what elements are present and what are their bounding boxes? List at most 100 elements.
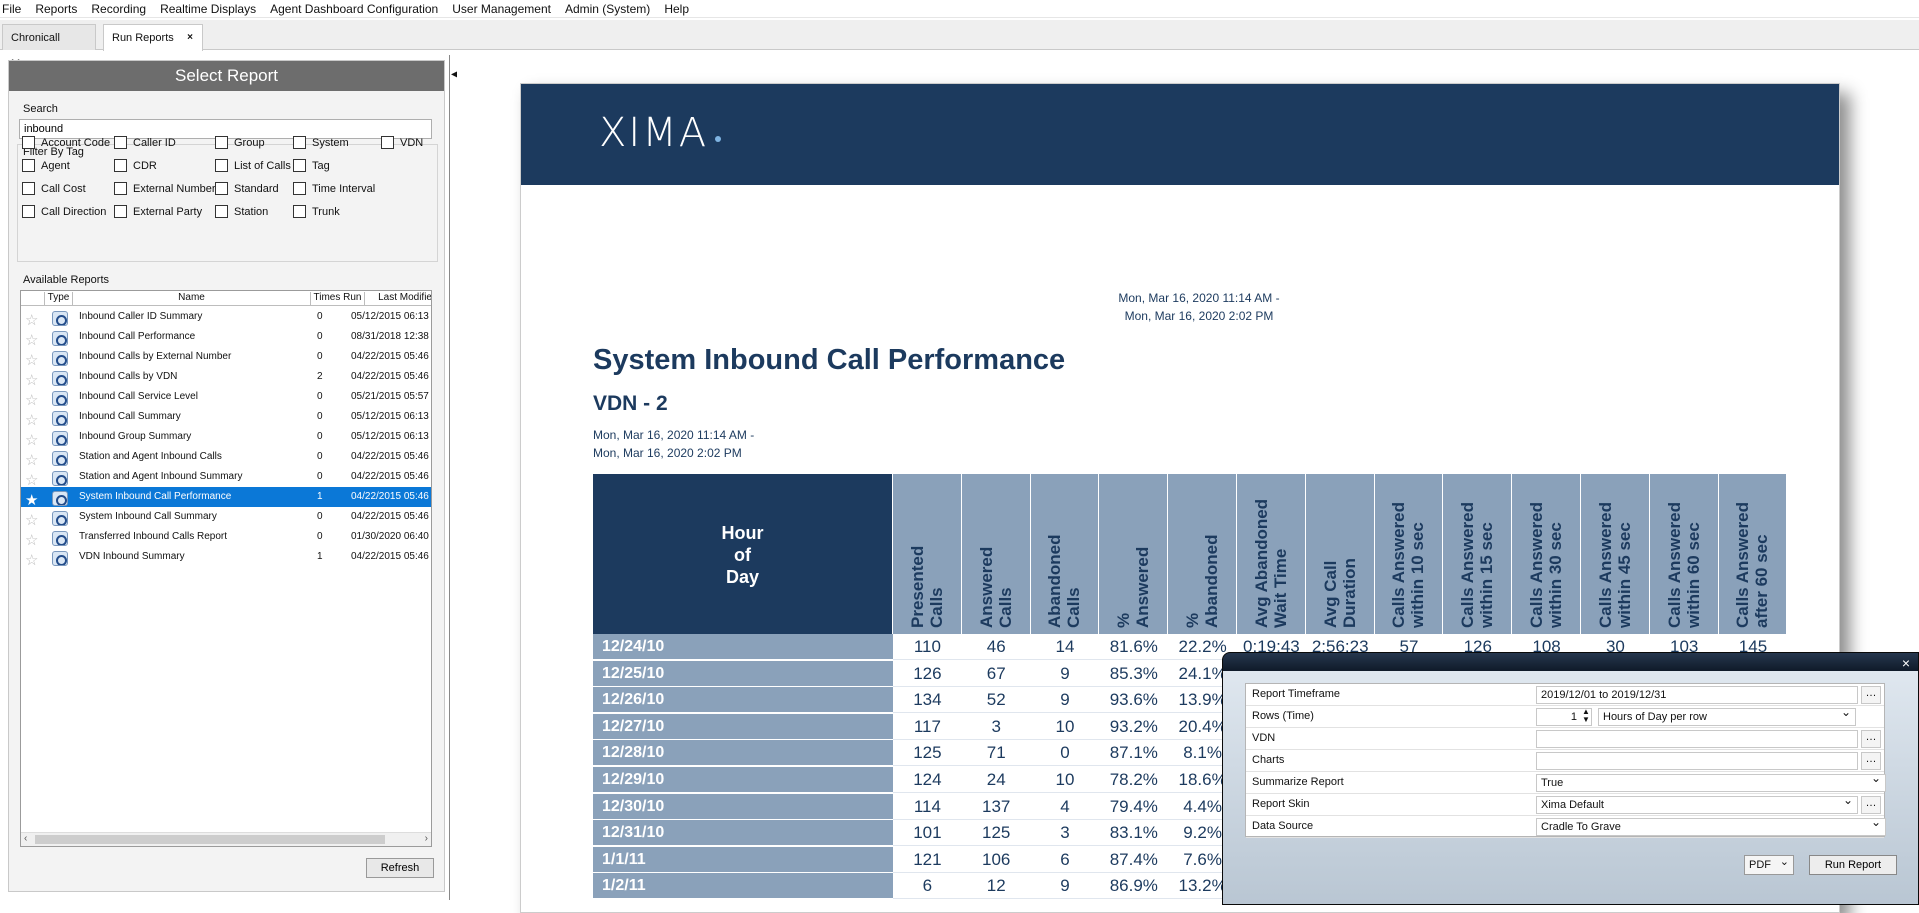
checkbox-icon[interactable]: [22, 159, 35, 172]
checkbox-icon[interactable]: [215, 159, 228, 172]
tag-checkbox-trunk[interactable]: Trunk: [293, 205, 340, 218]
option-value[interactable]: [1536, 752, 1858, 770]
scroll-thumb[interactable]: [35, 835, 385, 844]
tag-checkbox-station[interactable]: Station: [215, 205, 268, 218]
tag-checkbox-standard[interactable]: Standard: [215, 182, 279, 195]
checkbox-icon[interactable]: [114, 159, 127, 172]
list-item[interactable]: ☆ Inbound Caller ID Summary 0 05/12/2015 06…: [21, 307, 431, 329]
checkbox-icon[interactable]: [215, 136, 228, 149]
menu-item-agent-dashboard-configuration[interactable]: Agent Dashboard Configuration: [263, 0, 445, 18]
tag-label: CDR: [133, 159, 157, 172]
favorite-star-icon[interactable]: ☆: [25, 551, 38, 569]
tag-checkbox-vdn[interactable]: VDN: [381, 136, 423, 149]
menu-item-admin-system[interactable]: Admin (System): [558, 0, 657, 18]
option-row-vdn: VDN…: [1246, 728, 1884, 750]
more-options-button[interactable]: …: [1861, 796, 1881, 814]
checkbox-icon[interactable]: [114, 205, 127, 218]
list-item[interactable]: ☆ Transferred Inbound Calls Report 0 01/30/…: [21, 527, 431, 549]
list-item[interactable]: ☆ Inbound Call Service Level 0 05/21/2015 0…: [21, 387, 431, 409]
menu-bar: File Reports Recording Realtime Displays Age…: [0, 0, 1919, 18]
checkbox-icon[interactable]: [22, 136, 35, 149]
tag-checkbox-list-of-calls[interactable]: List of Calls: [215, 159, 291, 172]
checkbox-icon[interactable]: [215, 205, 228, 218]
header-line: Calls Answered: [1389, 502, 1409, 628]
col-last-modified[interactable]: Last Modifie: [365, 292, 431, 306]
close-icon[interactable]: ×: [184, 32, 196, 44]
list-item[interactable]: ☆ VDN Inbound Summary 1 04/22/2015 05:46: [21, 547, 431, 569]
column-header: Abandoned Calls: [1030, 474, 1100, 634]
tab-run-reports[interactable]: Run Reports ×: [103, 24, 203, 51]
scroll-left-icon[interactable]: ‹: [24, 833, 27, 844]
option-value[interactable]: 2019/12/01 to 2019/12/31: [1536, 686, 1858, 704]
tag-checkbox-caller-id[interactable]: Caller ID: [114, 136, 176, 149]
date-line-2: Mon, Mar 16, 2020 2:02 PM: [1124, 309, 1274, 323]
list-item[interactable]: ☆ Inbound Calls by External Number 0 04/22/…: [21, 347, 431, 369]
menu-item-realtime-displays[interactable]: Realtime Displays: [153, 0, 263, 18]
tag-checkbox-agent[interactable]: Agent: [22, 159, 70, 172]
tab-chronicall-menu[interactable]: Chronicall Menu: [2, 24, 96, 70]
tag-checkbox-cdr[interactable]: CDR: [114, 159, 157, 172]
list-item[interactable]: ☆ Inbound Call Summary 0 05/12/2015 06:13: [21, 407, 431, 429]
option-value[interactable]: [1536, 730, 1858, 748]
table-cell: 0: [1030, 740, 1100, 767]
panel-splitter[interactable]: ◀: [449, 55, 459, 900]
checkbox-icon[interactable]: [22, 182, 35, 195]
checkbox-icon[interactable]: [114, 136, 127, 149]
col-type[interactable]: Type: [45, 292, 73, 306]
menu-item-reports[interactable]: Reports: [28, 0, 84, 18]
tag-label: VDN: [400, 136, 424, 149]
list-item[interactable]: ☆ Inbound Group Summary 0 05/12/2015 06:13: [21, 427, 431, 449]
more-options-button[interactable]: …: [1861, 686, 1881, 704]
list-item[interactable]: ☆ Inbound Call Performance 0 08/31/2018 12:…: [21, 327, 431, 349]
column-header: Avg Abandoned Wait Time: [1237, 474, 1306, 634]
tag-checkbox-external-number[interactable]: External Number: [114, 182, 216, 195]
tag-checkbox-external-party[interactable]: External Party: [114, 205, 202, 218]
tag-checkbox-call-direction[interactable]: Call Direction: [22, 205, 106, 218]
horizontal-scrollbar[interactable]: ‹ ›: [21, 832, 431, 846]
checkbox-icon[interactable]: [293, 182, 306, 195]
more-options-button[interactable]: …: [1861, 730, 1881, 748]
checkbox-icon[interactable]: [215, 182, 228, 195]
tag-checkbox-call-cost[interactable]: Call Cost: [22, 182, 86, 195]
option-value[interactable]: Cradle To Grave: [1536, 815, 1886, 836]
spinner-arrows-icon[interactable]: ▲ ▼: [1582, 708, 1590, 724]
list-item[interactable]: ☆ Station and Agent Inbound Calls 0 04/22/2…: [21, 447, 431, 469]
option-value[interactable]: True: [1536, 771, 1886, 792]
checkbox-icon[interactable]: [22, 205, 35, 218]
list-item[interactable]: ☆ Station and Agent Inbound Summary 0 04/22…: [21, 467, 431, 489]
more-options-button[interactable]: …: [1861, 752, 1881, 770]
tag-checkbox-group[interactable]: Group: [215, 136, 265, 149]
col-times-run[interactable]: Times Run: [311, 292, 365, 306]
table-cell: 101: [893, 820, 962, 847]
rows-unit-select[interactable]: Hours of Day per row: [1598, 705, 1856, 726]
menu-item-help[interactable]: Help: [657, 0, 696, 18]
checkbox-icon[interactable]: [114, 182, 127, 195]
checkbox-icon[interactable]: [381, 136, 394, 149]
format-select[interactable]: PDF ⌄: [1744, 855, 1794, 875]
tag-checkbox-time-interval[interactable]: Time Interval: [293, 182, 375, 195]
close-icon[interactable]: ×: [1902, 655, 1910, 671]
checkbox-icon[interactable]: [293, 136, 306, 149]
menu-item-file[interactable]: File: [0, 0, 28, 18]
list-item[interactable]: ☆ Inbound Calls by VDN 2 04/22/2015 05:46: [21, 367, 431, 389]
run-report-button[interactable]: Run Report: [1809, 855, 1897, 875]
header-line: Wait Time: [1270, 548, 1290, 628]
option-row-summarize-report: Summarize Report True: [1246, 771, 1886, 794]
refresh-button[interactable]: Refresh: [366, 858, 434, 878]
option-value[interactable]: Xima Default: [1536, 793, 1858, 814]
list-item[interactable]: ☆ System Inbound Call Summary 0 04/22/2015 …: [21, 507, 431, 529]
checkbox-icon[interactable]: [293, 159, 306, 172]
tag-checkbox-system[interactable]: System: [293, 136, 349, 149]
col-name[interactable]: Name: [73, 292, 311, 306]
menu-item-recording[interactable]: Recording: [84, 0, 153, 18]
tag-checkbox-account-code[interactable]: Account Code: [22, 136, 110, 149]
tag-checkbox-tag[interactable]: Tag: [293, 159, 330, 172]
column-header: Calls Answered within 60 sec: [1649, 474, 1719, 634]
report-type-icon: [52, 491, 68, 506]
scroll-right-icon[interactable]: ›: [425, 833, 428, 844]
checkbox-icon[interactable]: [293, 205, 306, 218]
xima-logo: XIMA: [599, 110, 709, 156]
panel-title: Select Report: [9, 61, 444, 91]
list-item[interactable]: ★ System Inbound Call Performance 1 04/22/2…: [21, 487, 431, 509]
menu-item-user-management[interactable]: User Management: [445, 0, 558, 18]
